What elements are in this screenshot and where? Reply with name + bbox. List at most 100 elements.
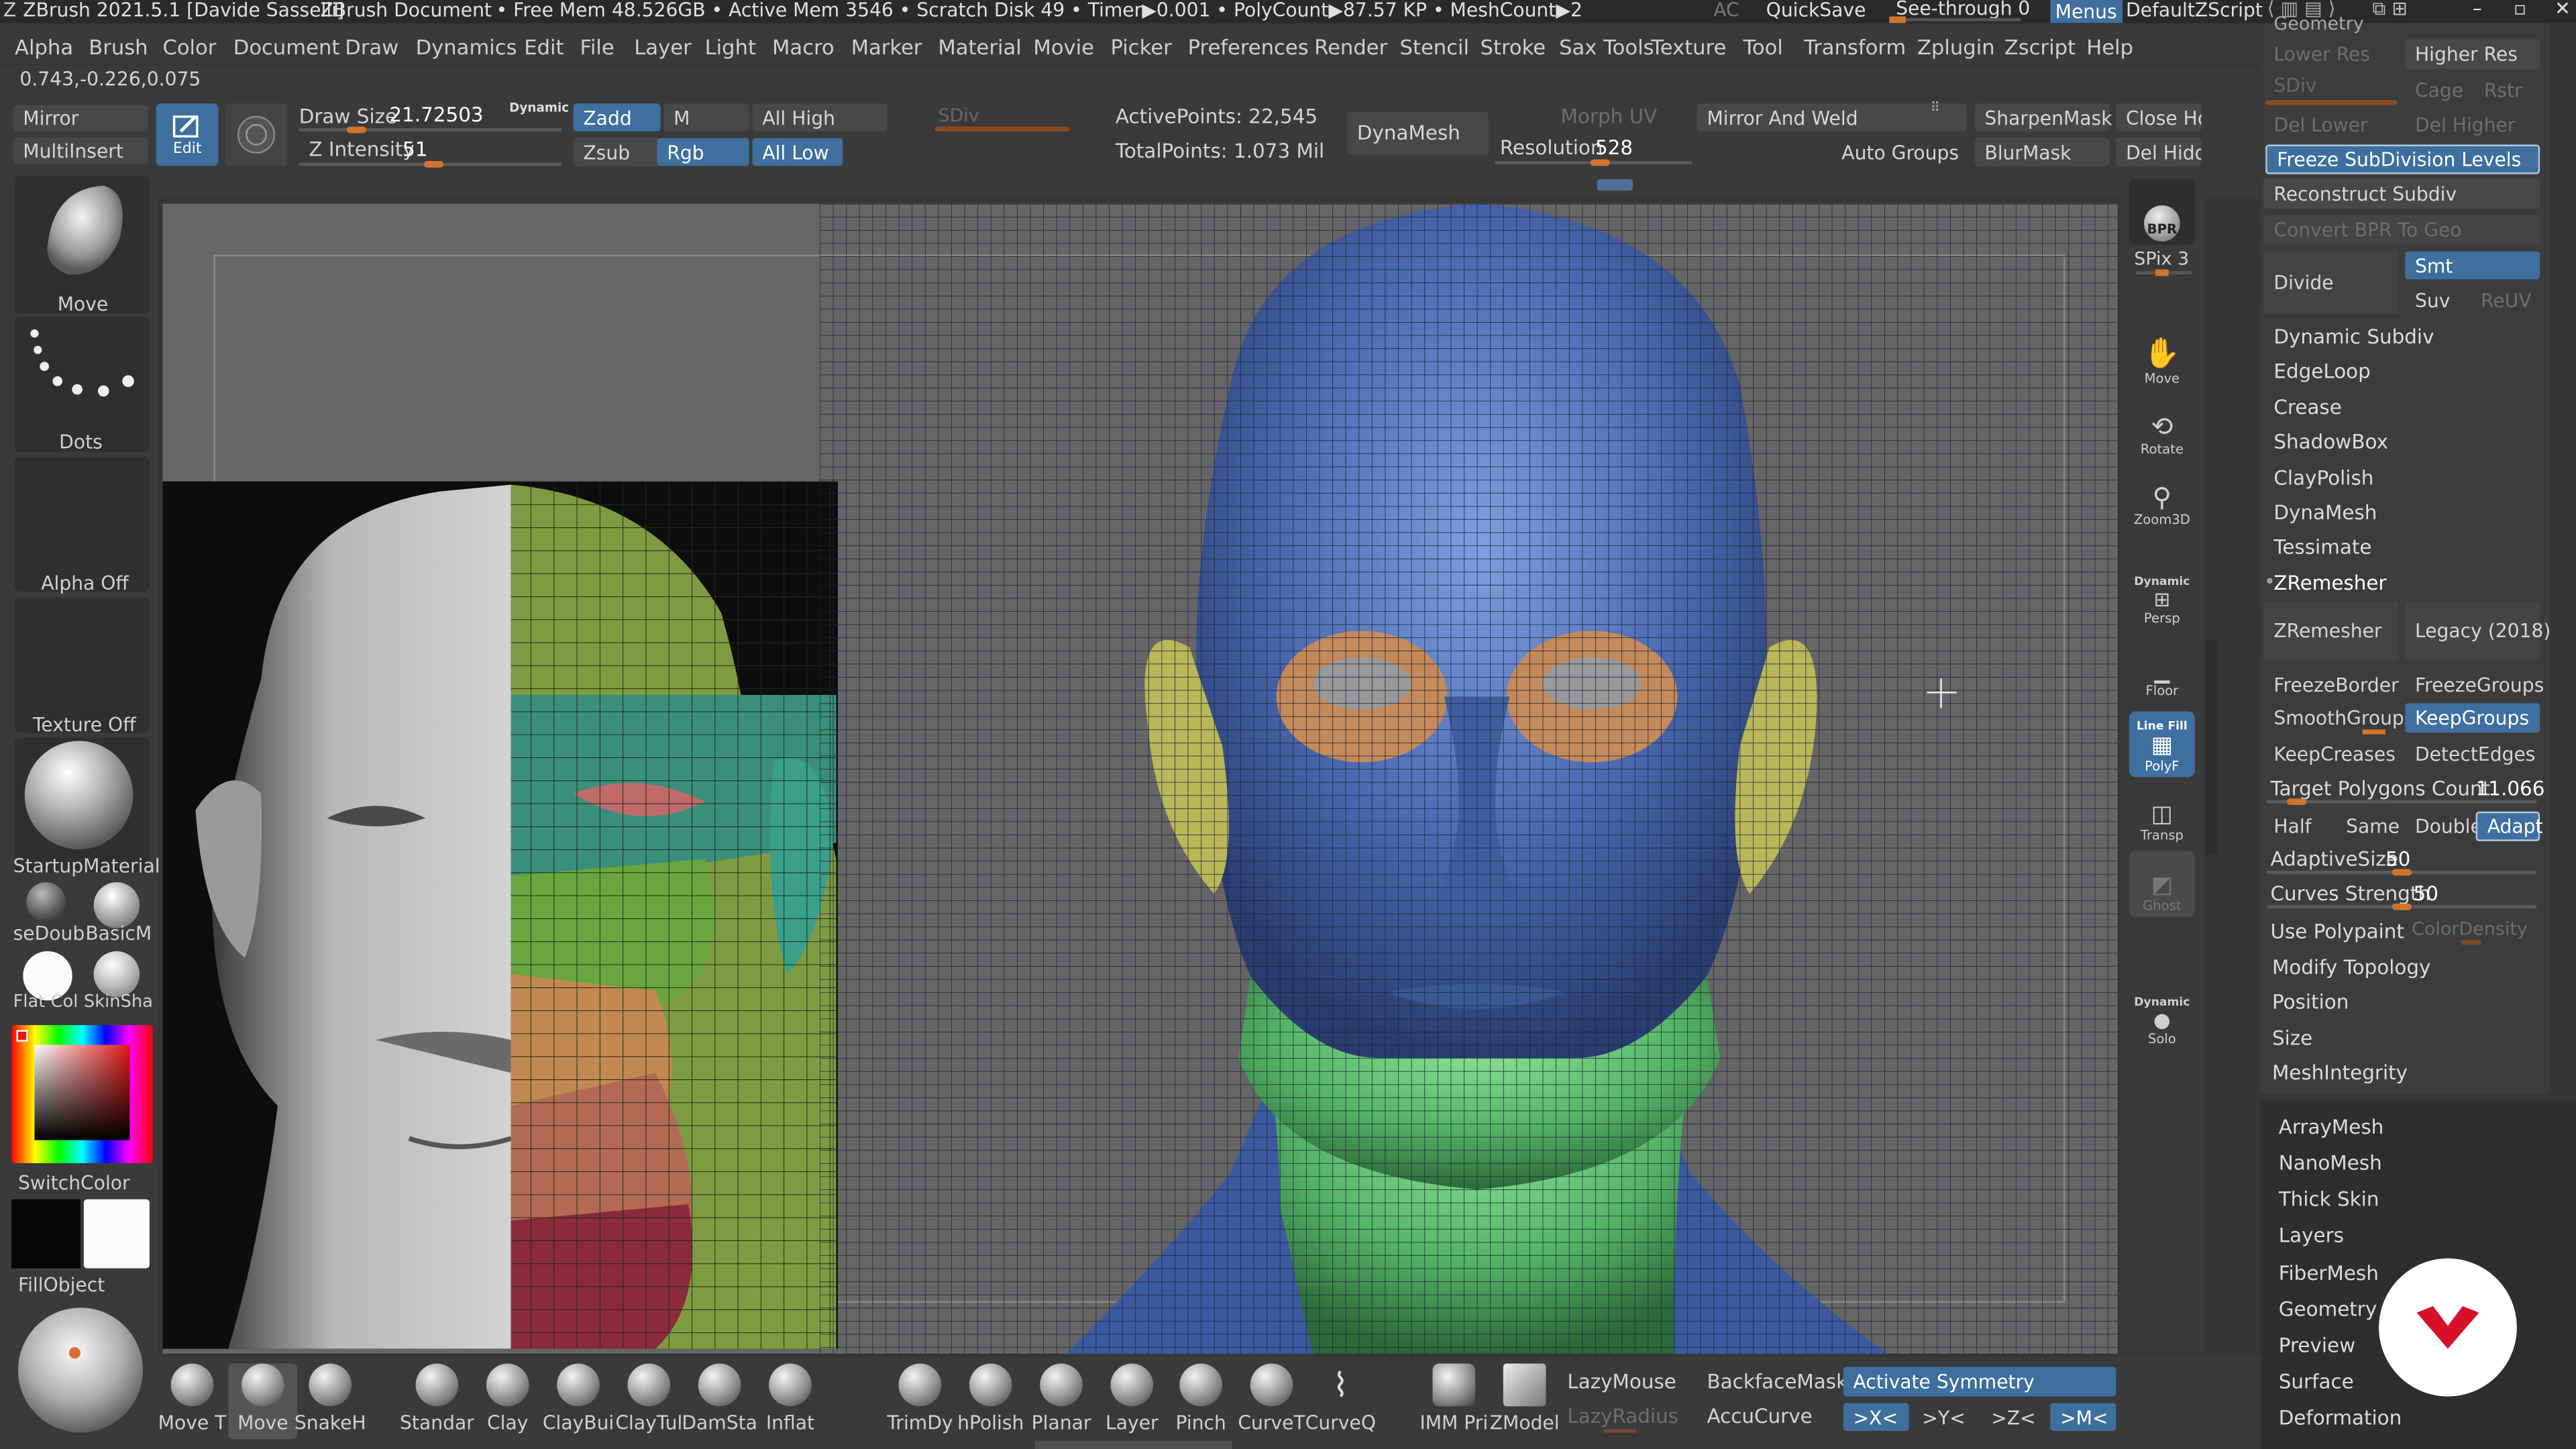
menu-marker[interactable]: Marker bbox=[851, 34, 922, 59]
brush-layer[interactable]: Layer bbox=[1097, 1363, 1167, 1440]
move-view-button[interactable]: ✋ Move bbox=[2129, 323, 2195, 389]
claypolish-item[interactable]: ClayPolish bbox=[2273, 467, 2373, 490]
sdiv-geometry-slider[interactable] bbox=[2265, 100, 2398, 105]
transp-button[interactable]: ◫ Transp bbox=[2129, 780, 2195, 846]
adapt-toggle[interactable]: Adapt bbox=[2475, 811, 2543, 841]
draw-size-value[interactable]: 21.72503 bbox=[389, 105, 483, 125]
menu-texture[interactable]: Texture bbox=[1651, 34, 1726, 59]
surface-item[interactable]: Surface bbox=[2279, 1370, 2354, 1393]
brush-clay[interactable]: Clay bbox=[473, 1363, 542, 1440]
suv-toggle[interactable]: Suv bbox=[2405, 286, 2471, 314]
dynamesh-item[interactable]: DynaMesh bbox=[2273, 501, 2377, 524]
activate-symmetry-button[interactable]: Activate Symmetry bbox=[1843, 1366, 2116, 1397]
menu-zplugin[interactable]: Zplugin bbox=[1917, 34, 1995, 59]
menu-file[interactable]: File bbox=[580, 34, 614, 59]
bottom-shelf-scroll-handle[interactable] bbox=[1034, 1440, 1232, 1449]
mesh-integrity-item[interactable]: MeshIntegrity bbox=[2272, 1061, 2408, 1084]
zoom3d-button[interactable]: ⚲ Zoom3D bbox=[2129, 465, 2195, 531]
menu-macro[interactable]: Macro bbox=[772, 34, 835, 59]
brush-claytubes[interactable]: ClayTul bbox=[614, 1363, 684, 1440]
brush-zmodeler[interactable]: ZModel bbox=[1490, 1363, 1560, 1440]
smooth-groups-slider[interactable]: SmoothGroups bbox=[2264, 703, 2414, 733]
sculpt-mesh-head[interactable] bbox=[820, 203, 2118, 1354]
tessimate-item[interactable]: Tessimate bbox=[2273, 535, 2371, 558]
dynamic-size-toggle[interactable]: Dynamic bbox=[509, 102, 569, 114]
bpr-button[interactable]: BPR bbox=[2129, 178, 2195, 245]
freeze-subdivision-button[interactable]: Freeze SubDivision Levels bbox=[2265, 144, 2540, 174]
use-polypaint-toggle[interactable]: Use Polypaint bbox=[2270, 920, 2404, 943]
freeze-groups-toggle[interactable]: FreezeGroups bbox=[2405, 670, 2544, 700]
right-shelf-scrollbar[interactable] bbox=[2204, 641, 2218, 855]
resolution-knob[interactable] bbox=[1589, 159, 1610, 166]
convert-bpr-button[interactable]: Convert BPR To Geo bbox=[2263, 215, 2540, 245]
document-canvas[interactable] bbox=[162, 203, 2118, 1354]
symmetry-z-toggle[interactable]: >Z< bbox=[1981, 1403, 2047, 1431]
close-icon[interactable]: ✕ bbox=[2555, 0, 2571, 19]
ac-toggle[interactable]: AC bbox=[1713, 1, 1739, 20]
secondary-color-swatch[interactable] bbox=[11, 1199, 81, 1269]
fill-object-label[interactable]: FillObject bbox=[18, 1273, 105, 1296]
cage-button[interactable]: Cage bbox=[2405, 76, 2471, 105]
menu-color[interactable]: Color bbox=[162, 34, 216, 59]
z-intensity-knob[interactable] bbox=[423, 161, 443, 168]
accucurve-toggle[interactable]: AccuCurve bbox=[1707, 1406, 1812, 1426]
menu-material[interactable]: Material bbox=[938, 34, 1021, 59]
fibermesh-item[interactable]: FiberMesh bbox=[2279, 1262, 2379, 1285]
edgeloop-item[interactable]: EdgeLoop bbox=[2273, 360, 2370, 382]
brush-imm-primitives[interactable]: IMM Pri bbox=[1419, 1363, 1489, 1440]
minimize-icon[interactable]: – bbox=[2473, 0, 2482, 19]
reuv-toggle[interactable]: ReUV bbox=[2471, 286, 2540, 314]
geometry-header[interactable]: Geometry bbox=[2273, 13, 2363, 35]
symmetry-m-toggle[interactable]: >M< bbox=[2050, 1403, 2116, 1432]
brush-curvetube[interactable]: CurveT bbox=[1237, 1363, 1306, 1440]
floor-button[interactable]: ▁ Floor bbox=[2129, 636, 2195, 702]
lower-res-button[interactable]: Lower Res bbox=[2264, 40, 2399, 69]
sdiv-slider[interactable] bbox=[934, 126, 1070, 131]
menu-light[interactable]: Light bbox=[705, 34, 756, 59]
sharpen-mask-button[interactable]: SharpenMask bbox=[1974, 103, 2112, 131]
morph-uv-button[interactable]: Morph UV bbox=[1561, 107, 1658, 126]
draw-size-knob[interactable] bbox=[347, 126, 367, 133]
legacy-2018-button[interactable]: Legacy (2018) bbox=[2405, 601, 2551, 661]
backface-mask-toggle[interactable]: BackfaceMask bbox=[1707, 1372, 1847, 1391]
menu-render[interactable]: Render bbox=[1314, 34, 1387, 59]
menu-zscript[interactable]: Zscript bbox=[2004, 34, 2076, 59]
dynamic-subdiv-item[interactable]: Dynamic Subdiv bbox=[2273, 325, 2434, 348]
menu-dynamics[interactable]: Dynamics bbox=[416, 34, 517, 59]
z-intensity-slider[interactable] bbox=[299, 161, 562, 168]
color-density-slider[interactable]: ColorDensity bbox=[2412, 918, 2528, 940]
navigation-sphere[interactable] bbox=[17, 1307, 144, 1433]
adaptive-size-value[interactable]: 50 bbox=[2385, 848, 2410, 871]
menu-alpha[interactable]: Alpha bbox=[15, 34, 73, 59]
window-layout-icon[interactable]: ⧉ ⊞ bbox=[2372, 0, 2408, 19]
auto-groups-button[interactable]: Auto Groups bbox=[1832, 138, 1967, 166]
double-button[interactable]: Double bbox=[2405, 812, 2482, 841]
spix-label[interactable]: SPix 3 bbox=[2134, 250, 2189, 268]
size-item[interactable]: Size bbox=[2272, 1027, 2312, 1050]
shadowbox-item[interactable]: ShadowBox bbox=[2273, 431, 2388, 453]
color-picker-marker[interactable] bbox=[16, 1030, 28, 1042]
higher-res-button[interactable]: Higher Res bbox=[2405, 39, 2540, 69]
thick-skin-item[interactable]: Thick Skin bbox=[2279, 1188, 2379, 1211]
menu-edit[interactable]: Edit bbox=[524, 34, 564, 59]
solo-button[interactable]: Dynamic ● Solo bbox=[2129, 984, 2195, 1050]
brush-snakehook[interactable]: SnakeH bbox=[294, 1363, 366, 1440]
adaptive-size-knob[interactable] bbox=[2392, 869, 2412, 876]
position-item[interactable]: Position bbox=[2272, 991, 2349, 1014]
toolbar-scroll-handle[interactable] bbox=[1597, 178, 1633, 191]
blur-mask-button[interactable]: BlurMask bbox=[1974, 138, 2110, 166]
keep-groups-toggle[interactable]: KeepGroups bbox=[2405, 703, 2540, 733]
brush-damstandard[interactable]: DamSta bbox=[682, 1363, 757, 1440]
half-button[interactable]: Half bbox=[2264, 812, 2330, 841]
lazymouse-toggle[interactable]: LazyMouse bbox=[1567, 1372, 1676, 1391]
curves-strength-knob[interactable] bbox=[2392, 903, 2412, 910]
menu-document[interactable]: Document bbox=[233, 34, 340, 59]
lazyradius-knob[interactable] bbox=[1603, 1429, 1637, 1433]
menu-stroke[interactable]: Stroke bbox=[1481, 34, 1546, 59]
symmetry-y-toggle[interactable]: >Y< bbox=[1913, 1403, 1978, 1431]
detect-edges-toggle[interactable]: DetectEdges bbox=[2405, 739, 2540, 769]
default-zscript-button[interactable]: DefaultZScript bbox=[2126, 1, 2263, 20]
brush-move[interactable]: Move bbox=[228, 1363, 298, 1440]
smt-toggle[interactable]: Smt bbox=[2405, 251, 2540, 280]
resolution-slider[interactable] bbox=[1495, 159, 1693, 166]
